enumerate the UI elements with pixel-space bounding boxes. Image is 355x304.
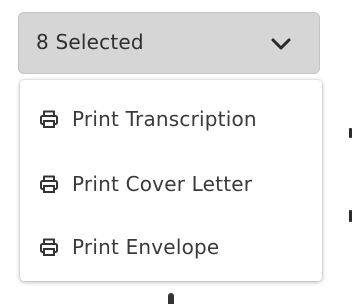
printer-icon (40, 175, 58, 193)
printer-icon (40, 110, 58, 128)
selected-count-label: 8 Selected (36, 30, 144, 54)
menu-item-print-envelope[interactable]: Print Envelope (20, 223, 322, 271)
menu-item-print-cover-letter[interactable]: Print Cover Letter (20, 160, 322, 208)
printer-icon (40, 238, 58, 256)
chevron-down-icon (271, 38, 291, 50)
menu-item-label: Print Transcription (72, 107, 257, 131)
page-canvas: 8 Selected Print Transcription Print Cov… (0, 0, 355, 304)
menu-item-label: Print Envelope (72, 235, 220, 259)
menu-item-print-transcription[interactable]: Print Transcription (20, 95, 322, 143)
background-fragment (168, 293, 174, 304)
selection-dropdown-button[interactable]: 8 Selected (18, 12, 320, 74)
menu-item-label: Print Cover Letter (72, 172, 253, 196)
print-options-menu: Print Transcription Print Cover Letter P… (20, 80, 322, 281)
background-fragment (349, 210, 352, 222)
background-fragment (349, 128, 352, 138)
